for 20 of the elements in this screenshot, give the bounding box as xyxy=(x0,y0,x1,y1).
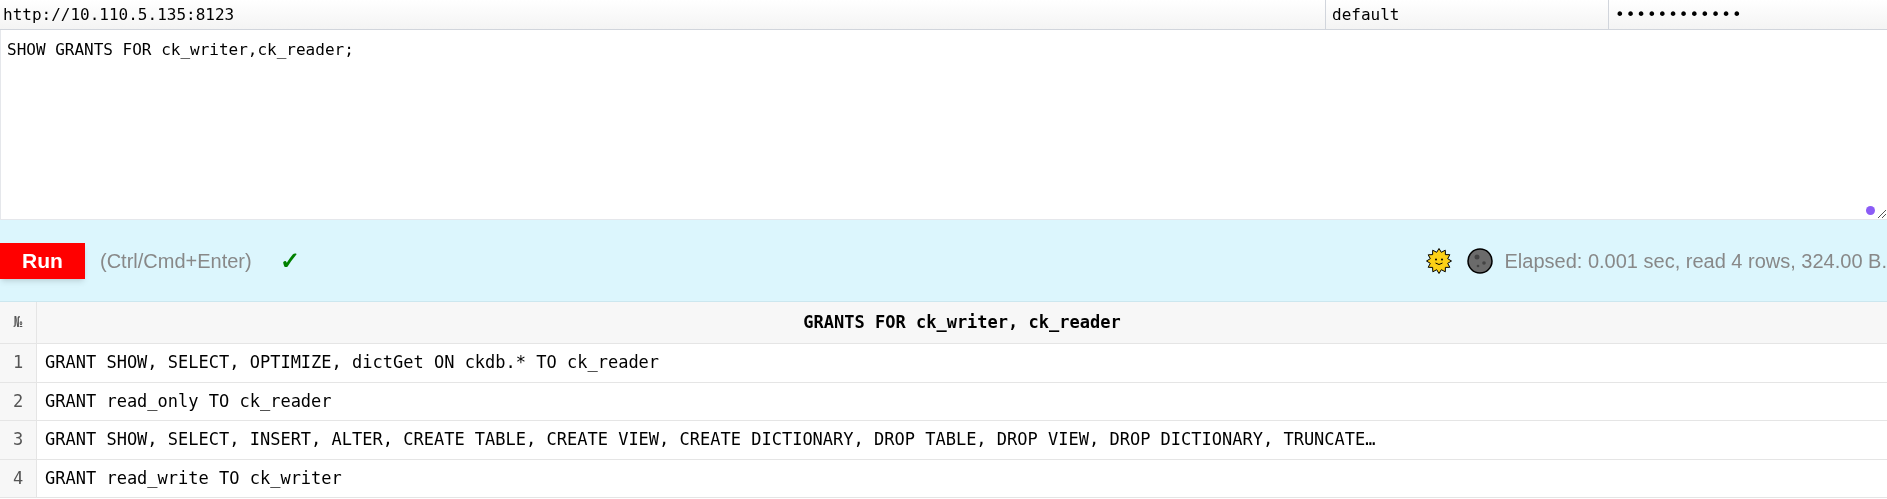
password-field[interactable]: •••••••••••• xyxy=(1608,0,1887,29)
row-number: 3 xyxy=(0,421,37,459)
run-button[interactable]: Run xyxy=(0,242,85,279)
table-cell-text: GRANT SHOW, SELECT, INSERT, ALTER, CREATE TABLE, CREATE VIEW, CREATE DICTIONARY, DROP TABLE, DROP VIEW, DROP DICTIONARY, TRUNCATE… xyxy=(44,428,1377,451)
moon-icon[interactable] xyxy=(1466,247,1493,274)
resize-handle-icon[interactable] xyxy=(1877,209,1887,219)
user-field[interactable]: default xyxy=(1325,0,1608,29)
table-cell-text: GRANT read_write TO ck_writer xyxy=(44,466,343,490)
row-number: 2 xyxy=(0,382,37,420)
row-number: 4 xyxy=(0,459,37,497)
row-number: 1 xyxy=(0,344,37,382)
row-number-header: № xyxy=(0,302,37,343)
shortcut-hint: (Ctrl/Cmd+Enter) xyxy=(100,248,252,274)
sun-icon[interactable] xyxy=(1425,247,1452,274)
table-cell-text: GRANT read_only TO ck_reader xyxy=(44,389,333,413)
success-check: ✓ xyxy=(279,245,300,276)
table-cell-text: GRANT SHOW, SELECT, OPTIMIZE, dictGet ON ckdb.* TO ck_reader xyxy=(44,351,661,374)
query-text: SHOW GRANTS FOR ck_writer,ck_reader; xyxy=(7,39,354,61)
column-header[interactable]: GRANTS FOR ck_writer, ck_reader xyxy=(37,302,1887,343)
query-stats: Elapsed: 0.001 sec, read 4 rows, 324.00 B. xyxy=(1504,248,1887,274)
